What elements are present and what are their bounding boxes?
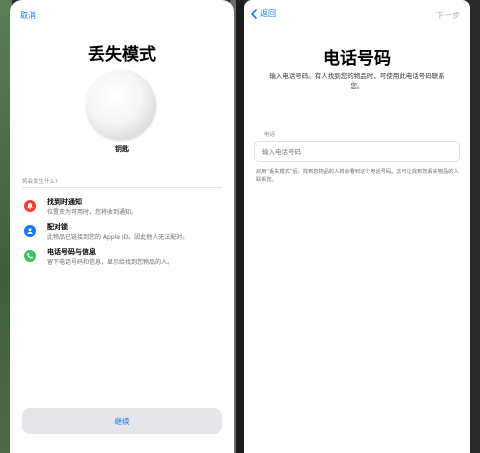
page-title: 丢失模式: [88, 45, 156, 65]
next-button[interactable]: 下一步: [436, 10, 460, 21]
continue-button[interactable]: 继续: [22, 408, 222, 434]
person-icon: [24, 225, 36, 237]
phone-icon: [24, 250, 36, 262]
page-title: 电话号码: [323, 49, 391, 69]
cancel-button[interactable]: 取消: [20, 10, 36, 21]
item-name: 钥匙: [115, 145, 129, 153]
background-gap: [236, 0, 244, 453]
phone-number-sheet: 返回 下一步 电话号码 输入电话号码。有人找到您的物品时，可使用此电话号码联系您…: [244, 0, 470, 453]
phone-number-input[interactable]: [254, 141, 460, 162]
feature-title: 找到时通知: [47, 198, 82, 206]
lost-mode-sheet: 取消 丢失模式 钥匙 将会发生什么? 找到时通知 位置变为可用时，您将收到通知。…: [10, 0, 234, 453]
back-button[interactable]: 返回: [250, 8, 276, 19]
divider: [22, 187, 222, 188]
feature-desc: 留下电话号码和信息，显示给找到您物品的人。: [47, 259, 174, 266]
feature-title: 配对锁: [47, 223, 68, 231]
chevron-left-icon: [251, 8, 257, 19]
airtag-image: [86, 70, 156, 140]
feature-desc: 位置变为可用时，您将收到通知。: [47, 209, 138, 216]
page-subtitle: 输入电话号码。有人找到您的物品时，可使用此电话号码联系您。: [269, 72, 445, 90]
phone-field-label: 电话: [264, 132, 276, 138]
feature-desc: 此物品已链接到您的 Apple ID。因此他人无法配对。: [47, 234, 189, 241]
back-label: 返回: [260, 9, 276, 18]
background-edge: [470, 0, 480, 453]
section-label: 将会发生什么?: [22, 179, 58, 185]
info-note: 启用“丢失模式”后，找到您物品的人将会看到这个电话号码。这可让找到您丢失物品的人…: [256, 169, 459, 183]
feature-title: 电话号码与信息: [47, 248, 96, 256]
bell-icon: [24, 200, 36, 212]
